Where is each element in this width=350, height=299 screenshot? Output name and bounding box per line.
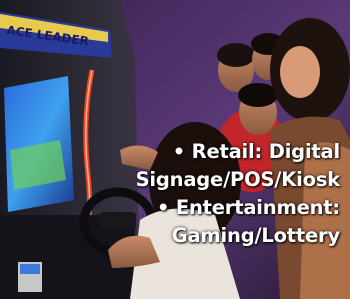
caption-line-retail: • Retail: Digital <box>172 140 340 163</box>
caption-line-gaming: Gaming/Lottery <box>171 224 341 247</box>
game-screen <box>4 76 74 212</box>
caption-text-block: • Retail: Digital Signage/POS/Kiosk • En… <box>135 138 341 250</box>
woman-face <box>280 46 320 98</box>
caption-line-entertainment: • Entertainment: <box>156 196 340 219</box>
arcade-photo: ACE LEADER • Retail: Digital Signage/POS… <box>0 0 350 299</box>
caption-line-signage: Signage/POS/Kiosk <box>135 168 341 191</box>
